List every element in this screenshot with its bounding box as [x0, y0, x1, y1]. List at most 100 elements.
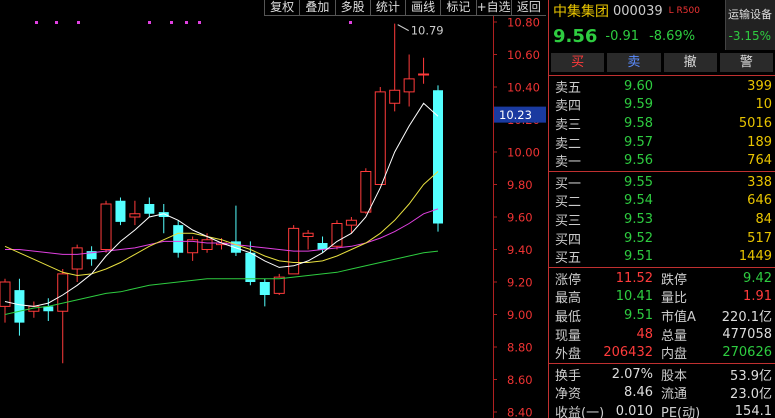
marker-dot	[77, 21, 80, 24]
stat-value: 23.0亿	[730, 387, 772, 403]
buy-button[interactable]: 买	[551, 53, 605, 72]
bid-qty: 338	[747, 174, 772, 190]
toolbar-item[interactable]: 统计	[369, 0, 405, 16]
bid-row[interactable]: 买四 9.52 517	[549, 229, 775, 248]
stat-value: 10.41	[615, 289, 653, 305]
candle-body	[374, 91, 386, 185]
stat-label: 总量	[661, 328, 688, 344]
toolbar-item[interactable]: 返回	[510, 0, 546, 16]
last-price: 9.56	[553, 25, 598, 47]
stat-value: 9.42	[743, 270, 772, 286]
bid-row[interactable]: 买一 9.55 338	[549, 173, 775, 192]
stat-label: 外盘	[555, 347, 582, 363]
bid-row[interactable]: 买三 9.53 84	[549, 210, 775, 229]
toolbar-item[interactable]: 叠加	[299, 0, 335, 16]
toolbar-item[interactable]: 画线	[405, 0, 441, 16]
candle-body	[418, 73, 430, 76]
marker-dot	[35, 21, 38, 24]
stock-badge: L R500	[668, 6, 700, 16]
stat-value: 1.91	[743, 289, 772, 305]
stat-row: 收益(一) 0.010 PE(动) 154.1	[549, 402, 775, 418]
stat-row: 涨停 11.52 跌停 9.42	[549, 269, 775, 288]
bid-row[interactable]: 买五 9.51 1449	[549, 247, 775, 266]
ma-line-green	[4, 250, 439, 315]
toolbar-item[interactable]: +自选	[475, 0, 511, 16]
ask-label: 卖一	[555, 155, 582, 171]
stat-label: 最高	[555, 291, 582, 307]
bid-qty: 646	[747, 193, 772, 209]
stat-value: 11.52	[615, 270, 653, 286]
y-tick-label: 9.20	[507, 276, 533, 290]
stat-value: 154.1	[734, 403, 772, 418]
chart-toolbar: 复权 叠加 多股 统计 画线 标记 +自选 返回	[264, 0, 546, 16]
stat-value: 2.07%	[611, 366, 653, 382]
ask-row[interactable]: 卖一 9.56 764	[549, 151, 775, 170]
stat-row: 最高 10.41 量比 1.91	[549, 288, 775, 307]
stat-row: 现量 48 总量 477058	[549, 325, 775, 344]
y-tick-label: 10.00	[507, 146, 540, 160]
candle-body	[245, 252, 256, 282]
y-tick-label: 8.80	[507, 341, 533, 355]
bid-price: 9.51	[624, 249, 653, 265]
stat-value: 9.51	[624, 307, 653, 323]
kline-chart[interactable]: 10.8010.6010.4010.2010.009.809.609.409.2…	[0, 16, 546, 418]
stat-row: 换手 2.07% 股本 53.9亿	[549, 365, 775, 384]
ask-label: 卖三	[555, 117, 582, 133]
candle-body	[331, 223, 343, 247]
marker-dot	[55, 21, 58, 24]
sector-pct: -3.15%	[728, 29, 771, 43]
alert-button[interactable]: 警	[719, 53, 773, 72]
stat-value: 270626	[722, 345, 772, 361]
toolbar-item[interactable]: 标记	[440, 0, 476, 16]
sector-box[interactable]: 运输设备 -3.15%	[725, 0, 775, 50]
ask-row[interactable]: 卖三 9.58 5016	[549, 114, 775, 133]
candle-body	[144, 204, 155, 214]
bid-row[interactable]: 买二 9.54 646	[549, 192, 775, 210]
ma-line-yellow	[4, 171, 439, 277]
ask-price: 9.60	[624, 78, 653, 94]
bid-price: 9.54	[624, 193, 653, 209]
ask-row[interactable]: 卖四 9.59 10	[549, 96, 775, 115]
ask-qty: 5016	[738, 115, 772, 131]
sell-button[interactable]: 卖	[607, 53, 661, 72]
ask-qty: 189	[747, 134, 772, 150]
y-tick-label: 9.00	[507, 308, 533, 322]
stats-block-2: 换手 2.07% 股本 53.9亿 净资 8.46 流通 23.0亿 收益(一) 0.010 PE(…	[549, 364, 775, 418]
ask-row[interactable]: 卖五 9.60 399	[549, 77, 775, 96]
y-tick-label: 8.40	[507, 406, 533, 418]
ask-row[interactable]: 卖二 9.57 189	[549, 133, 775, 152]
trade-buttons: 买 卖 撤 警	[549, 50, 775, 76]
price-change-pct: -8.69%	[649, 28, 696, 44]
candle-body	[129, 213, 141, 218]
candle-body	[259, 282, 270, 295]
ask-price: 9.58	[624, 115, 653, 131]
toolbar-item[interactable]: 复权	[264, 0, 300, 16]
candle-body	[403, 78, 415, 93]
ask-label: 卖二	[555, 136, 582, 152]
ask-label: 卖五	[555, 80, 582, 96]
stat-label: 股本	[661, 368, 688, 384]
candle-body	[115, 200, 126, 222]
stat-label: 跌停	[661, 272, 688, 288]
marker-dot	[170, 21, 173, 24]
kline-svg[interactable]: 10.8010.6010.4010.2010.009.809.609.409.2…	[0, 16, 546, 418]
stat-label: 市值A	[661, 309, 696, 325]
candle-body	[317, 243, 328, 250]
stat-row: 最低 9.51 市值A 220.1亿	[549, 306, 775, 325]
ask-label: 卖四	[555, 99, 582, 115]
marker-dot	[185, 21, 188, 24]
candle-body	[100, 203, 112, 250]
stock-code: 000039	[613, 3, 663, 19]
stat-label: 涨停	[555, 272, 582, 288]
bid-qty: 1449	[738, 249, 772, 265]
stat-value: 48	[636, 326, 653, 342]
bid-qty: 84	[755, 211, 772, 227]
cancel-order-button[interactable]: 撤	[663, 53, 717, 72]
toolbar-item[interactable]: 多股	[334, 0, 370, 16]
ask-qty: 764	[747, 153, 772, 169]
y-tick-label: 9.40	[507, 243, 533, 257]
stat-label: 最低	[555, 309, 582, 325]
bid-price: 9.52	[624, 230, 653, 246]
ask-price: 9.56	[624, 153, 653, 169]
stat-label: 收益(一)	[555, 405, 605, 418]
